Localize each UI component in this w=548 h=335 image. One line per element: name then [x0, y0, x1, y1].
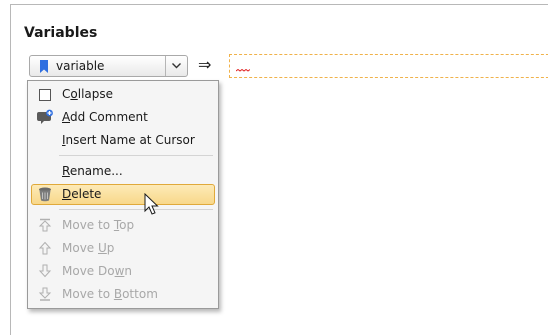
menu-item-move-up[interactable]: Move Up [31, 238, 215, 259]
menu-item-collapse[interactable]: Collapse [31, 84, 215, 105]
mouse-cursor-icon [144, 193, 159, 215]
menu-item-label: Move to Bottom [62, 287, 158, 301]
menu-separator [59, 155, 213, 156]
menu-item-insert-name[interactable]: Insert Name at Cursor [31, 130, 215, 151]
spellcheck-squiggle [236, 69, 250, 72]
trash-can-icon [39, 187, 51, 202]
menu-item-add-comment[interactable]: Add Comment [31, 107, 215, 128]
move-to-top-icon [38, 218, 52, 232]
menu-item-label: Move to Top [62, 218, 135, 232]
collapse-checkbox[interactable] [39, 89, 51, 101]
menu-item-label: Add Comment [62, 110, 148, 124]
menu-item-label: Rename... [62, 164, 123, 178]
menu-item-move-to-bottom[interactable]: Move to Bottom [31, 284, 215, 305]
menu-item-rename[interactable]: Rename... [31, 161, 215, 182]
menu-item-move-down[interactable]: Move Down [31, 261, 215, 282]
assign-arrow-icon: ⇒ [198, 55, 212, 74]
menu-item-label: Delete [62, 187, 102, 201]
value-input[interactable] [229, 54, 548, 78]
menu-item-label: Move Up [62, 241, 115, 255]
comment-add-icon [37, 109, 53, 124]
menu-separator [59, 209, 213, 210]
menu-item-move-to-top[interactable]: Move to Top [31, 215, 215, 236]
context-menu: Collapse Add Comment Insert Name at Curs… [27, 80, 219, 309]
arrow-up-icon [38, 241, 52, 255]
chevron-down-icon[interactable] [171, 61, 182, 70]
section-title: Variables [24, 25, 98, 41]
arrow-down-icon [38, 264, 52, 278]
bookmark-icon [40, 60, 48, 73]
combo-divider [165, 56, 166, 76]
move-to-bottom-icon [38, 287, 52, 301]
menu-item-label: Insert Name at Cursor [62, 133, 195, 147]
menu-item-delete[interactable]: Delete [31, 184, 215, 205]
variable-selector-label: variable [56, 59, 105, 73]
variable-selector[interactable]: variable [29, 55, 188, 77]
menu-item-label: Collapse [62, 87, 114, 101]
menu-item-label: Move Down [62, 264, 133, 278]
